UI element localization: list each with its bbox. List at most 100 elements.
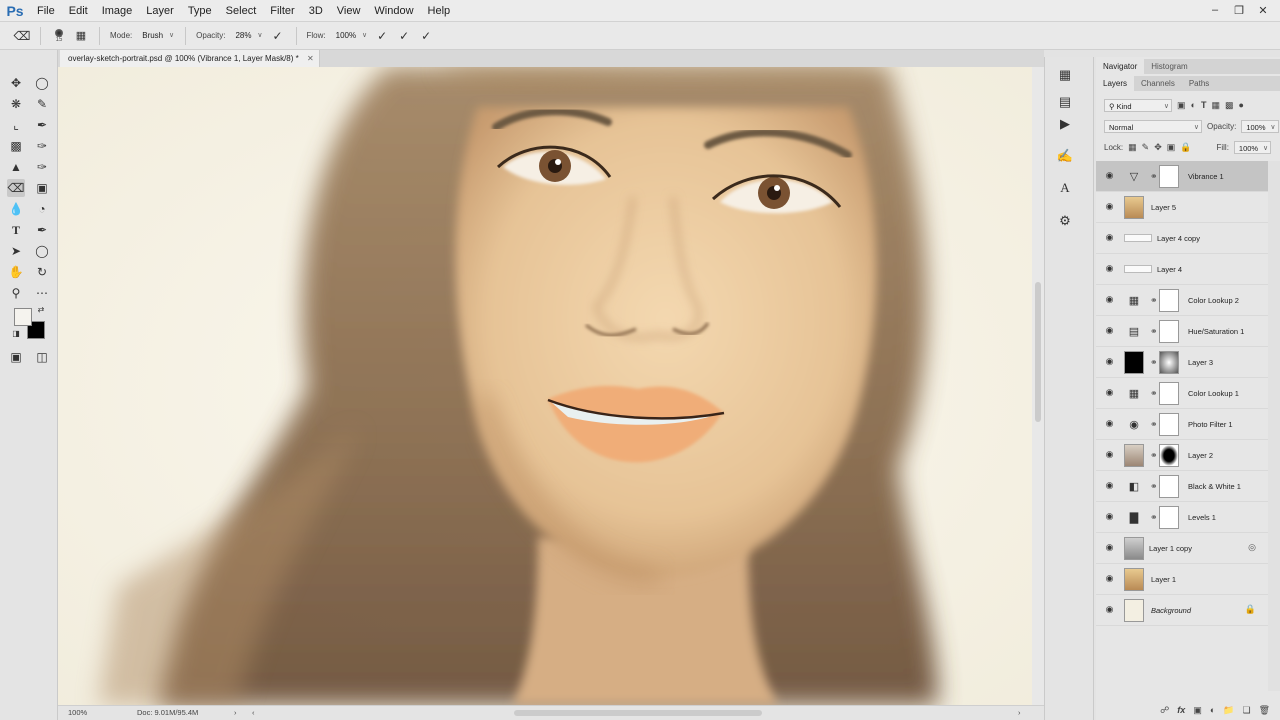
layer-name[interactable]: Color Lookup 2 bbox=[1188, 285, 1239, 316]
layer-mask-thumbnail[interactable] bbox=[1159, 506, 1179, 529]
layer-row[interactable]: ◉ ▽ ⚭ Vibrance 1 bbox=[1096, 161, 1268, 192]
layer-name[interactable]: Layer 1 bbox=[1151, 564, 1176, 595]
hue-saturation-icon[interactable]: ▤ bbox=[1124, 320, 1144, 343]
filter-adjustment-icon[interactable]: ◐ bbox=[1191, 100, 1196, 110]
layer-mask-thumbnail[interactable] bbox=[1159, 413, 1179, 436]
photo-filter-icon[interactable]: ◉ bbox=[1124, 413, 1144, 436]
vertical-scroll-thumb[interactable] bbox=[1035, 282, 1041, 422]
gradient-tool-icon[interactable]: ▣ bbox=[33, 179, 51, 197]
crop-tool-icon[interactable]: ⌞ bbox=[7, 116, 25, 134]
layer-row[interactable]: ◉ ⚭ Layer 2 bbox=[1096, 440, 1268, 471]
layer-row[interactable]: ◉ ▦ ⚭ Color Lookup 2 bbox=[1096, 285, 1268, 316]
doc-info[interactable]: Doc: 9.01M/95.4M bbox=[137, 706, 198, 720]
eye-icon[interactable]: ◉ bbox=[1104, 418, 1115, 429]
history-brush-tool-icon[interactable]: ✑ bbox=[33, 158, 51, 176]
vibrance-icon[interactable]: ▽ bbox=[1124, 165, 1144, 188]
new-layer-icon[interactable]: ❏ bbox=[1242, 705, 1250, 716]
swap-colors-icon[interactable]: ⇄ bbox=[36, 304, 46, 314]
layer-mask-thumbnail[interactable] bbox=[1159, 165, 1179, 188]
color-lookup-icon[interactable]: ▦ bbox=[1124, 289, 1144, 312]
layer-row[interactable]: ◉ Layer 1 bbox=[1096, 564, 1268, 595]
filter-toggle-icon[interactable]: ● bbox=[1238, 100, 1243, 110]
lock-transparent-icon[interactable]: ▦ bbox=[1128, 142, 1137, 153]
smart-filter-icon[interactable]: ◎ bbox=[1248, 542, 1256, 553]
clone-stamp-tool-icon[interactable]: ▲ bbox=[7, 158, 25, 176]
mask-link-icon[interactable]: ⚭ bbox=[1150, 450, 1158, 461]
brush-tool-icon[interactable]: ✑ bbox=[33, 137, 51, 155]
layer-name[interactable]: Layer 3 bbox=[1188, 347, 1213, 378]
levels-icon[interactable]: ▇ bbox=[1124, 506, 1144, 529]
layer-row[interactable]: ◉ Layer 5 bbox=[1096, 192, 1268, 223]
eye-icon[interactable]: ◉ bbox=[1104, 542, 1115, 553]
dodge-tool-icon[interactable]: ◔ bbox=[33, 200, 51, 218]
eye-icon[interactable]: ◉ bbox=[1104, 263, 1115, 274]
layer-mask-thumbnail[interactable] bbox=[1159, 382, 1179, 405]
eye-icon[interactable]: ◉ bbox=[1104, 170, 1115, 181]
menu-layer[interactable]: Layer bbox=[139, 0, 181, 22]
menu-window[interactable]: Window bbox=[367, 0, 420, 22]
eye-icon[interactable]: ◉ bbox=[1104, 356, 1115, 367]
lock-image-icon[interactable]: ✎ bbox=[1142, 142, 1150, 153]
layer-opacity-field[interactable]: 100% bbox=[1241, 119, 1279, 134]
smart-object-thumb[interactable] bbox=[1124, 537, 1144, 560]
layer-row[interactable]: ◉ Layer 4 copy bbox=[1096, 223, 1268, 254]
marquee-tool-icon[interactable]: ◯ bbox=[33, 74, 51, 92]
tab-channels[interactable]: Channels bbox=[1134, 76, 1182, 91]
layer-mask-thumbnail[interactable] bbox=[1159, 320, 1179, 343]
scroll-right-icon[interactable]: › bbox=[1018, 706, 1021, 720]
new-adjustment-icon[interactable]: ◐ bbox=[1210, 705, 1215, 715]
close-button[interactable]: ✕ bbox=[1252, 2, 1274, 18]
zoom-tool-icon[interactable]: ⚲ bbox=[7, 284, 25, 302]
brush-presets-panel-icon[interactable]: ✍ bbox=[1055, 146, 1075, 166]
link-layers-icon[interactable]: ☍ bbox=[1160, 705, 1169, 716]
layer-row[interactable]: ◉ ▤ ⚭ Hue/Saturation 1 bbox=[1096, 316, 1268, 347]
menu-help[interactable]: Help bbox=[421, 0, 458, 22]
layer-mask-thumbnail[interactable] bbox=[1159, 289, 1179, 312]
lasso-tool-icon[interactable]: ❋ bbox=[7, 95, 25, 113]
layer-mask-thumbnail[interactable] bbox=[1159, 351, 1179, 374]
lock-artboard-icon[interactable]: ▣ bbox=[1167, 142, 1176, 153]
brush-preset-picker[interactable]: 15 bbox=[51, 28, 67, 43]
menu-type[interactable]: Type bbox=[181, 0, 219, 22]
menu-select[interactable]: Select bbox=[219, 0, 264, 22]
layer-name[interactable]: Layer 2 bbox=[1188, 440, 1213, 471]
layer-thumbnail[interactable] bbox=[1124, 234, 1152, 242]
restore-button[interactable]: ❐ bbox=[1228, 2, 1250, 18]
eye-icon[interactable]: ◉ bbox=[1104, 573, 1115, 584]
document-canvas[interactable] bbox=[58, 67, 1032, 705]
layer-mask-thumbnail[interactable] bbox=[1159, 475, 1179, 498]
eye-icon[interactable]: ◉ bbox=[1104, 232, 1115, 243]
eye-icon[interactable]: ◉ bbox=[1104, 604, 1115, 615]
ellipse-tool-icon[interactable]: ◯ bbox=[33, 242, 51, 260]
layer-name[interactable]: Levels 1 bbox=[1188, 502, 1216, 533]
scroll-left-icon[interactable]: ‹ bbox=[252, 706, 255, 720]
type-tool-icon[interactable]: T bbox=[7, 221, 25, 239]
eye-icon[interactable]: ◉ bbox=[1104, 449, 1115, 460]
menu-view[interactable]: View bbox=[330, 0, 368, 22]
eraser-tool-icon[interactable]: ⌫ bbox=[7, 179, 25, 197]
tab-layers[interactable]: Layers bbox=[1096, 76, 1135, 91]
move-tool-icon[interactable]: ✥ bbox=[7, 74, 25, 92]
character-panel-icon[interactable]: A bbox=[1055, 178, 1075, 198]
airbrush-icon[interactable]: ✓ bbox=[374, 28, 390, 44]
layer-name[interactable]: Background bbox=[1151, 595, 1191, 626]
menu-filter[interactable]: Filter bbox=[263, 0, 301, 22]
layer-row[interactable]: ◉ ⚭ Layer 3 bbox=[1096, 347, 1268, 378]
layer-row[interactable]: ◉ Layer 4 bbox=[1096, 254, 1268, 285]
add-mask-icon[interactable]: ▣ bbox=[1193, 705, 1202, 716]
layer-name[interactable]: Layer 4 copy bbox=[1157, 223, 1200, 254]
layer-name[interactable]: Color Lookup 1 bbox=[1188, 378, 1239, 409]
blend-mode-select[interactable]: Normal bbox=[1104, 119, 1202, 134]
path-selection-tool-icon[interactable]: ➤ bbox=[7, 242, 25, 260]
pen-tool-icon[interactable]: ✒ bbox=[33, 221, 51, 239]
mask-link-icon[interactable]: ⚭ bbox=[1150, 295, 1158, 306]
menu-3d[interactable]: 3D bbox=[302, 0, 330, 22]
fill-field[interactable]: 100% bbox=[1233, 140, 1272, 155]
layer-row[interactable]: ◉ Layer 1 copy ◎ bbox=[1096, 533, 1268, 564]
filter-shape-icon[interactable]: ▦ bbox=[1211, 100, 1220, 111]
opacity-field[interactable]: 28% bbox=[231, 29, 263, 43]
layer-name[interactable]: Photo Filter 1 bbox=[1188, 409, 1233, 440]
layer-name[interactable]: Hue/Saturation 1 bbox=[1188, 316, 1244, 347]
default-colors-icon[interactable]: ◨ bbox=[11, 328, 21, 338]
minimize-button[interactable]: – bbox=[1204, 2, 1226, 18]
